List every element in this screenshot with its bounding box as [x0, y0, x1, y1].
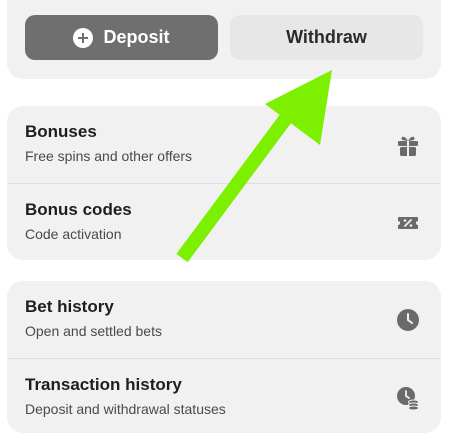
menu-item-bet-history[interactable]: Bet history Open and settled bets	[7, 281, 441, 358]
menu-item-subtitle: Open and settled bets	[25, 323, 162, 339]
menu-item-subtitle: Code activation	[25, 226, 122, 242]
bonus-section: Bonuses Free spins and other offers Bonu…	[7, 106, 441, 260]
wallet-card: Deposit Withdraw	[7, 0, 441, 79]
deposit-label: Deposit	[103, 27, 170, 47]
plus-circle-icon	[73, 27, 94, 48]
clock-coins-icon	[395, 385, 421, 411]
gift-icon	[395, 132, 421, 158]
menu-item-transaction-history[interactable]: Transaction history Deposit and withdraw…	[7, 358, 441, 435]
withdraw-label: Withdraw	[286, 27, 367, 47]
menu-item-subtitle: Free spins and other offers	[25, 148, 193, 164]
coupon-icon	[395, 210, 421, 236]
menu-item-bonuses[interactable]: Bonuses Free spins and other offers	[7, 106, 441, 183]
deposit-button[interactable]: Deposit	[25, 15, 218, 60]
history-section: Bet history Open and settled bets Transa…	[7, 281, 441, 433]
menu-item-subtitle: Deposit and withdrawal statuses	[25, 401, 226, 417]
menu-item-title: Transaction history	[25, 375, 182, 394]
withdraw-button[interactable]: Withdraw	[230, 15, 423, 60]
menu-item-title: Bet history	[25, 297, 114, 316]
menu-item-title: Bonuses	[25, 122, 97, 141]
menu-item-bonus-codes[interactable]: Bonus codes Code activation	[7, 183, 441, 260]
clock-icon	[395, 307, 421, 333]
menu-item-title: Bonus codes	[25, 200, 132, 219]
